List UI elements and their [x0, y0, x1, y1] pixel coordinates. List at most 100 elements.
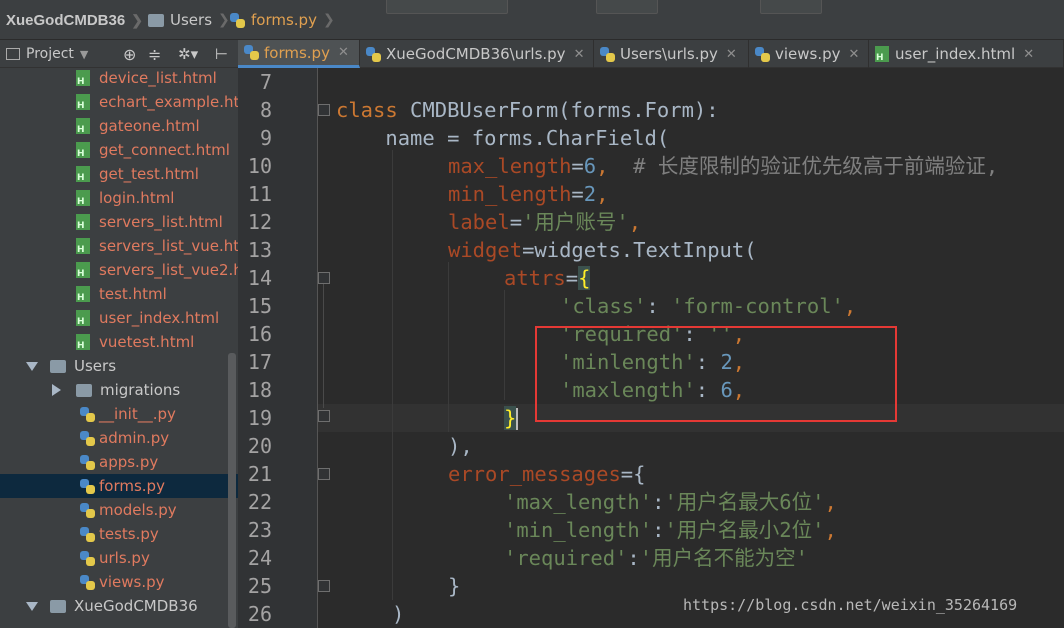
- tree-item-tests-py[interactable]: tests.py: [0, 522, 238, 546]
- tab-views-py[interactable]: views.py ✕: [749, 40, 869, 68]
- tree-item-device-list-html[interactable]: device_list.html: [0, 68, 238, 90]
- code-line-24[interactable]: 'required':'用户名不能为空': [504, 544, 808, 572]
- tree-item-admin-py[interactable]: admin.py: [0, 426, 238, 450]
- tree-item-views-py[interactable]: views.py: [0, 570, 238, 594]
- string-token: '用户名不能为空': [639, 546, 808, 570]
- code-token: =: [571, 154, 584, 178]
- code-line-20[interactable]: ),: [448, 432, 473, 460]
- tree-item-login-html[interactable]: login.html: [0, 186, 238, 210]
- code-line-19[interactable]: }: [504, 404, 519, 432]
- tree-item-apps-py[interactable]: apps.py: [0, 450, 238, 474]
- hide-panel-icon[interactable]: ⊢: [215, 40, 228, 68]
- folder-icon: [50, 359, 66, 373]
- tab-user-index-html[interactable]: user_index.html ✕: [869, 40, 1064, 68]
- dropdown-arrow-icon: ▼: [79, 47, 89, 61]
- param-token: widget: [448, 238, 523, 262]
- tree-item-urls-py[interactable]: urls.py: [0, 546, 238, 570]
- tree-folder-users[interactable]: Users: [0, 354, 238, 378]
- html-file-icon: [76, 214, 90, 231]
- tree-item-get-test-html[interactable]: get_test.html: [0, 162, 238, 186]
- fold-marker-icon[interactable]: [318, 272, 330, 284]
- indent-guide: [504, 290, 505, 400]
- code-line-9[interactable]: name = forms.CharField(: [336, 124, 669, 152]
- tree-item-servers-list-vue-html[interactable]: servers_list_vue.htm: [0, 234, 238, 258]
- tab-forms-py[interactable]: forms.py ✕: [238, 40, 360, 68]
- code-line-13[interactable]: widget=widgets.TextInput(: [448, 236, 757, 264]
- locate-icon[interactable]: ⊕: [123, 40, 136, 68]
- breadcrumb-folder[interactable]: Users ❯: [148, 0, 230, 40]
- line-number: 8: [259, 98, 272, 122]
- close-icon[interactable]: ✕: [726, 47, 737, 62]
- tree-item-echart-example-html[interactable]: echart_example.htm: [0, 90, 238, 114]
- html-file-icon: [76, 334, 90, 351]
- tree-folder-migrations[interactable]: migrations: [0, 378, 238, 402]
- tree-item-models-py[interactable]: models.py: [0, 498, 238, 522]
- comment-token: # 长度限制的验证优先级高于前端验证,: [633, 154, 999, 178]
- code-token: name = forms.CharField(: [336, 126, 670, 150]
- close-icon[interactable]: ✕: [574, 47, 585, 62]
- tree-scrollbar[interactable]: [228, 353, 236, 628]
- fold-marker-icon[interactable]: [318, 410, 330, 422]
- tree-item-label: echart_example.htm: [99, 93, 238, 111]
- code-token: ),: [448, 434, 473, 458]
- code-line-14[interactable]: attrs={: [504, 264, 591, 292]
- line-number: 26: [247, 602, 272, 626]
- folder-icon: [148, 13, 164, 27]
- html-file-icon: [76, 310, 90, 327]
- html-file-icon: [76, 142, 90, 159]
- tab-project-urls-py[interactable]: XueGodCMDB36\urls.py ✕: [360, 40, 594, 68]
- tree-item-label: get_connect.html: [99, 141, 230, 159]
- toolbar-button[interactable]: [596, 0, 658, 14]
- close-icon[interactable]: ✕: [849, 47, 860, 62]
- toolbar-button[interactable]: [760, 0, 822, 14]
- tree-item-label: views.py: [99, 573, 165, 591]
- tree-item-get-connect-html[interactable]: get_connect.html: [0, 138, 238, 162]
- tree-item-servers-list-vue2-html[interactable]: servers_list_vue2.ht: [0, 258, 238, 282]
- tree-item-test-html[interactable]: test.html: [0, 282, 238, 306]
- tree-item-forms-py[interactable]: forms.py: [0, 474, 238, 498]
- fold-marker-icon[interactable]: [318, 468, 330, 480]
- fold-range-line: [323, 284, 324, 408]
- html-file-icon: [76, 94, 90, 111]
- number-token: 2: [583, 182, 597, 206]
- punct-token: ,: [824, 518, 837, 542]
- fold-marker-icon[interactable]: [318, 580, 330, 592]
- collapse-all-icon[interactable]: ≑: [148, 40, 161, 68]
- tree-item-init-py[interactable]: __init__.py: [0, 402, 238, 426]
- collapse-arrow-icon[interactable]: [52, 384, 61, 396]
- code-line-23[interactable]: 'min_length':'用户名最小2位',: [504, 516, 837, 544]
- code-line-10[interactable]: max_length=6, # 长度限制的验证优先级高于前端验证,: [448, 152, 998, 180]
- tree-item-label: test.html: [99, 285, 167, 303]
- expand-arrow-icon[interactable]: [26, 601, 38, 611]
- breadcrumb-separator-icon: ❯: [131, 11, 143, 28]
- breadcrumb-project[interactable]: XueGodCMDB36 ❯: [6, 0, 143, 40]
- param-token: attrs: [504, 266, 566, 290]
- breadcrumb-file[interactable]: forms.py ❯: [230, 0, 335, 40]
- python-file-icon: [230, 12, 245, 28]
- tree-item-servers-list-html[interactable]: servers_list.html: [0, 210, 238, 234]
- param-token: label: [448, 210, 510, 234]
- code-line-15[interactable]: 'class': 'form-control',: [560, 292, 856, 320]
- tab-users-urls-py[interactable]: Users\urls.py ✕: [594, 40, 749, 68]
- close-icon[interactable]: ✕: [338, 45, 349, 60]
- settings-gear-icon[interactable]: ✲▾: [178, 40, 198, 68]
- code-line-25[interactable]: }: [448, 572, 460, 600]
- code-line-8[interactable]: class CMDBUserForm(forms.Form):: [336, 96, 719, 124]
- code-line-22[interactable]: 'max_length':'用户名最大6位',: [504, 488, 837, 516]
- code-line-26[interactable]: ): [392, 600, 404, 628]
- expand-arrow-icon[interactable]: [26, 361, 38, 371]
- tree-item-vuetest-html[interactable]: vuetest.html: [0, 330, 238, 354]
- html-file-icon: [76, 286, 90, 303]
- tree-folder-xuegodcmdb36[interactable]: XueGodCMDB36: [0, 594, 238, 618]
- code-line-12[interactable]: label='用户账号',: [448, 208, 641, 236]
- close-icon[interactable]: ✕: [1023, 47, 1034, 62]
- tree-item-user-index-html[interactable]: user_index.html: [0, 306, 238, 330]
- code-line-21[interactable]: error_messages={: [448, 460, 645, 488]
- code-line-11[interactable]: min_length=2,: [448, 180, 608, 208]
- fold-marker-icon[interactable]: [318, 104, 330, 116]
- toolbar-run-config[interactable]: [386, 0, 508, 14]
- string-token: '用户名最小2位': [664, 518, 825, 542]
- tab-label: XueGodCMDB36\urls.py: [386, 45, 566, 63]
- project-view-selector[interactable]: Project ▼: [6, 40, 88, 68]
- tree-item-gateone-html[interactable]: gateone.html: [0, 114, 238, 138]
